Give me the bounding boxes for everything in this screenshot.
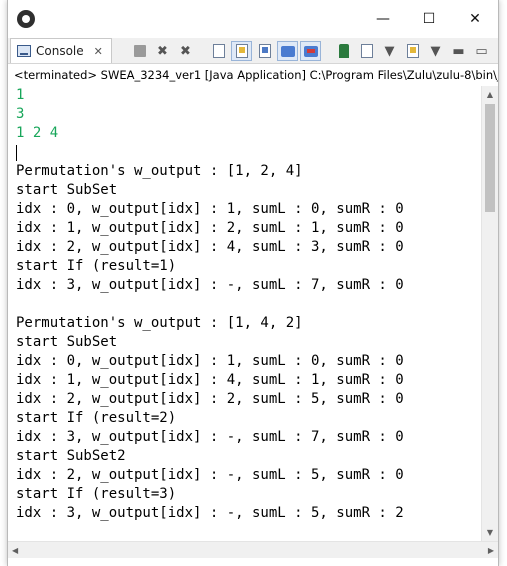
remove-launch-icon[interactable]: ✖ xyxy=(152,41,173,61)
chevron-down-icon[interactable]: ▼ xyxy=(425,41,446,61)
console-icon xyxy=(17,45,31,57)
view-tab-bar: Console ✕ ✖ ✖ ▼ ▼ ▬ ▭ xyxy=(8,38,498,64)
tab-console[interactable]: Console ✕ xyxy=(10,38,112,63)
console-output-line: idx : 2, w_output[idx] : 2, sumL : 5, su… xyxy=(16,391,404,407)
open-console-icon[interactable] xyxy=(402,41,423,61)
close-tab-icon[interactable]: ✕ xyxy=(94,45,103,58)
console-output-line: start SubSet xyxy=(16,182,118,198)
console-window: — ☐ ✕ Console ✕ ✖ ✖ ▼ ▼ ▬ ▭ <terminated>… xyxy=(7,0,499,566)
word-wrap-icon[interactable] xyxy=(254,41,275,61)
window-controls: — ☐ ✕ xyxy=(360,0,498,38)
console-output[interactable]: 1 3 1 2 4 Permutation's w_output : [1, 2, 4… xyxy=(8,86,498,541)
console-output-line: Permutation's w_output : [1, 4, 2] xyxy=(16,315,303,331)
chevron-down-icon[interactable]: ▼ xyxy=(379,41,400,61)
remove-all-terminated-icon[interactable]: ✖ xyxy=(175,41,196,61)
launch-status: <terminated> SWEA_3234_ver1 [Java Applic… xyxy=(8,64,498,85)
console-output-line: start If (result=1) xyxy=(16,258,177,274)
display-selected-console-icon[interactable] xyxy=(356,41,377,61)
clear-console-icon[interactable] xyxy=(208,41,229,61)
console-toolbar: ✖ ✖ ▼ ▼ ▬ ▭ xyxy=(129,41,492,61)
scroll-thumb[interactable] xyxy=(485,104,495,212)
console-output-line: idx : 2, w_output[idx] : -, sumL : 5, su… xyxy=(16,467,404,483)
horizontal-scrollbar[interactable]: ◀ ▶ xyxy=(8,541,498,558)
console-output-line: idx : 0, w_output[idx] : 1, sumL : 0, su… xyxy=(16,353,404,369)
vertical-scrollbar[interactable]: ▲ ▼ xyxy=(481,86,498,541)
maximize-view-icon[interactable]: ▭ xyxy=(471,41,492,61)
minimize-view-icon[interactable]: ▬ xyxy=(448,41,469,61)
console-output-line: Permutation's w_output : [1, 2, 4] xyxy=(16,163,303,179)
console-output-line: idx : 3, w_output[idx] : -, sumL : 7, su… xyxy=(16,429,404,445)
console-cursor-line xyxy=(16,143,404,162)
show-on-stderr-icon[interactable] xyxy=(300,41,321,61)
console-input-line: 1 2 4 xyxy=(16,125,59,141)
scroll-lock-icon[interactable] xyxy=(231,41,252,61)
scroll-right-icon[interactable]: ▶ xyxy=(488,546,494,555)
console-output-line: idx : 1, w_output[idx] : 2, sumL : 1, su… xyxy=(16,220,404,236)
maximize-button[interactable]: ☐ xyxy=(406,0,452,38)
console-output-line: idx : 3, w_output[idx] : -, sumL : 7, su… xyxy=(16,277,404,293)
console-output-line: idx : 1, w_output[idx] : 4, sumL : 1, su… xyxy=(16,372,404,388)
console-output-line: idx : 2, w_output[idx] : 4, sumL : 3, su… xyxy=(16,239,404,255)
console-output-line: start If (result=3) xyxy=(16,486,177,502)
minimize-button[interactable]: — xyxy=(360,0,406,38)
console-text: 1 3 1 2 4 Permutation's w_output : [1, 2, 4… xyxy=(16,86,404,523)
console-output-line: start If (result=2) xyxy=(16,410,177,426)
scroll-down-icon[interactable]: ▼ xyxy=(482,524,498,541)
console-output-line: idx : 0, w_output[idx] : 1, sumL : 0, su… xyxy=(16,201,404,217)
close-button[interactable]: ✕ xyxy=(452,0,498,38)
console-output-line: idx : 3, w_output[idx] : -, sumL : 5, su… xyxy=(16,505,404,521)
scroll-left-icon[interactable]: ◀ xyxy=(12,546,18,555)
console-input-line: 1 xyxy=(16,87,25,103)
eclipse-app-icon xyxy=(17,10,35,28)
title-bar: — ☐ ✕ xyxy=(8,0,498,38)
console-output-line: start SubSet xyxy=(16,334,118,350)
tab-console-label: Console xyxy=(36,44,84,58)
pin-console-icon[interactable] xyxy=(333,41,354,61)
console-output-line: start SubSet2 xyxy=(16,448,126,464)
scroll-up-icon[interactable]: ▲ xyxy=(482,86,498,103)
terminate-icon[interactable] xyxy=(129,41,150,61)
text-cursor xyxy=(16,145,17,161)
show-on-stdout-icon[interactable] xyxy=(277,41,298,61)
console-input-line: 3 xyxy=(16,106,25,122)
